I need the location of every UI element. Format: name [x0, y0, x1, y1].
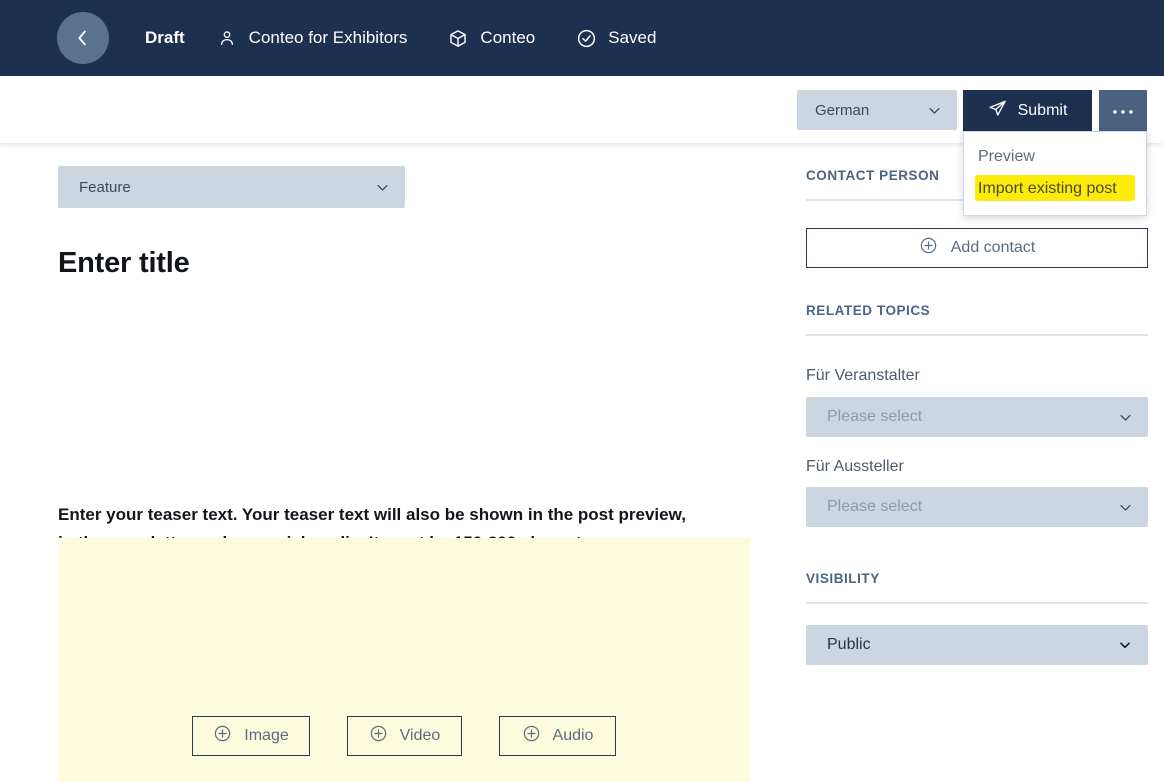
chevron-down-icon	[925, 103, 943, 118]
post-editor-page: Draft Conteo for Exhibitors Conteo Saved	[0, 0, 1164, 782]
media-button-group: Image Video Audio	[58, 716, 750, 756]
add-audio-label: Audio	[552, 727, 594, 744]
breadcrumb-item-draft[interactable]: Draft	[145, 28, 185, 48]
plus-circle-icon	[213, 724, 232, 748]
add-video-button[interactable]: Video	[347, 716, 462, 756]
add-contact-label: Add contact	[950, 239, 1036, 256]
ellipsis-icon	[1112, 101, 1134, 121]
select-value: Please select	[827, 498, 923, 515]
editor-sidebar: CONTACT PERSON Add contact RELATED TOPIC…	[790, 143, 1164, 782]
plus-circle-icon	[919, 236, 938, 260]
person-icon	[216, 27, 238, 49]
breadcrumb-label: Conteo for Exhibitors	[248, 28, 408, 47]
check-circle-icon	[575, 27, 597, 49]
field-label-fuer-aussteller: Für Aussteller	[806, 458, 904, 475]
add-audio-button[interactable]: Audio	[499, 716, 616, 756]
more-options-button[interactable]	[1099, 90, 1147, 131]
add-contact-button[interactable]: Add contact	[806, 228, 1148, 268]
cube-icon	[447, 27, 469, 49]
section-heading-visibility: VISIBILITY	[806, 571, 880, 586]
add-image-button[interactable]: Image	[192, 716, 310, 756]
breadcrumb: Draft Conteo for Exhibitors Conteo Saved	[145, 27, 696, 49]
plus-circle-icon	[369, 724, 388, 748]
media-dropzone[interactable]: Image Video Audio	[58, 538, 750, 782]
chevron-down-icon	[1116, 638, 1134, 652]
breadcrumb-label: Conteo	[480, 28, 536, 47]
breadcrumb-label: Saved	[608, 28, 657, 47]
plus-circle-icon	[522, 724, 541, 748]
select-visibility[interactable]: Public	[806, 625, 1148, 665]
chevron-down-icon	[373, 180, 391, 195]
more-options-menu: Preview Import existing post	[963, 131, 1147, 216]
editor-main: Feature Enter title Enter your teaser te…	[0, 143, 790, 782]
submit-button-label: Submit	[1017, 101, 1068, 119]
select-value: Public	[827, 636, 871, 653]
menu-item-preview[interactable]: Preview	[964, 141, 1146, 173]
chevron-down-icon	[1116, 410, 1134, 425]
breadcrumb-item-status: Saved	[575, 27, 656, 49]
select-fuer-veranstalter[interactable]: Please select	[806, 397, 1148, 437]
submit-button[interactable]: Submit	[963, 90, 1092, 131]
select-value: Please select	[827, 408, 923, 425]
feature-select[interactable]: Feature	[58, 166, 405, 208]
breadcrumb-item-workspace[interactable]: Conteo	[447, 27, 535, 49]
language-select-value: German	[815, 101, 870, 119]
section-heading-related-topics: RELATED TOPICS	[806, 303, 931, 318]
breadcrumb-item-account[interactable]: Conteo for Exhibitors	[216, 27, 408, 49]
language-select[interactable]: German	[797, 90, 957, 130]
section-divider	[806, 602, 1148, 604]
feature-select-value: Feature	[79, 178, 131, 196]
back-button[interactable]	[57, 12, 109, 64]
app-header: Draft Conteo for Exhibitors Conteo Saved	[0, 0, 1164, 76]
menu-item-label: Import existing post	[978, 180, 1117, 197]
add-image-label: Image	[244, 727, 289, 744]
chevron-down-icon	[1116, 500, 1134, 515]
add-video-label: Video	[399, 727, 441, 744]
breadcrumb-label: Draft	[145, 28, 185, 47]
menu-item-import-existing-post[interactable]: Import existing post	[964, 173, 1146, 205]
paper-plane-icon	[988, 99, 1007, 123]
select-fuer-aussteller[interactable]: Please select	[806, 487, 1148, 527]
chevron-left-icon	[72, 27, 94, 49]
menu-item-label: Preview	[978, 148, 1035, 165]
section-heading-contact-person: CONTACT PERSON	[806, 168, 940, 183]
title-input[interactable]: Enter title	[58, 247, 190, 280]
section-divider	[806, 334, 1148, 336]
field-label-fuer-veranstalter: Für Veranstalter	[806, 367, 920, 384]
